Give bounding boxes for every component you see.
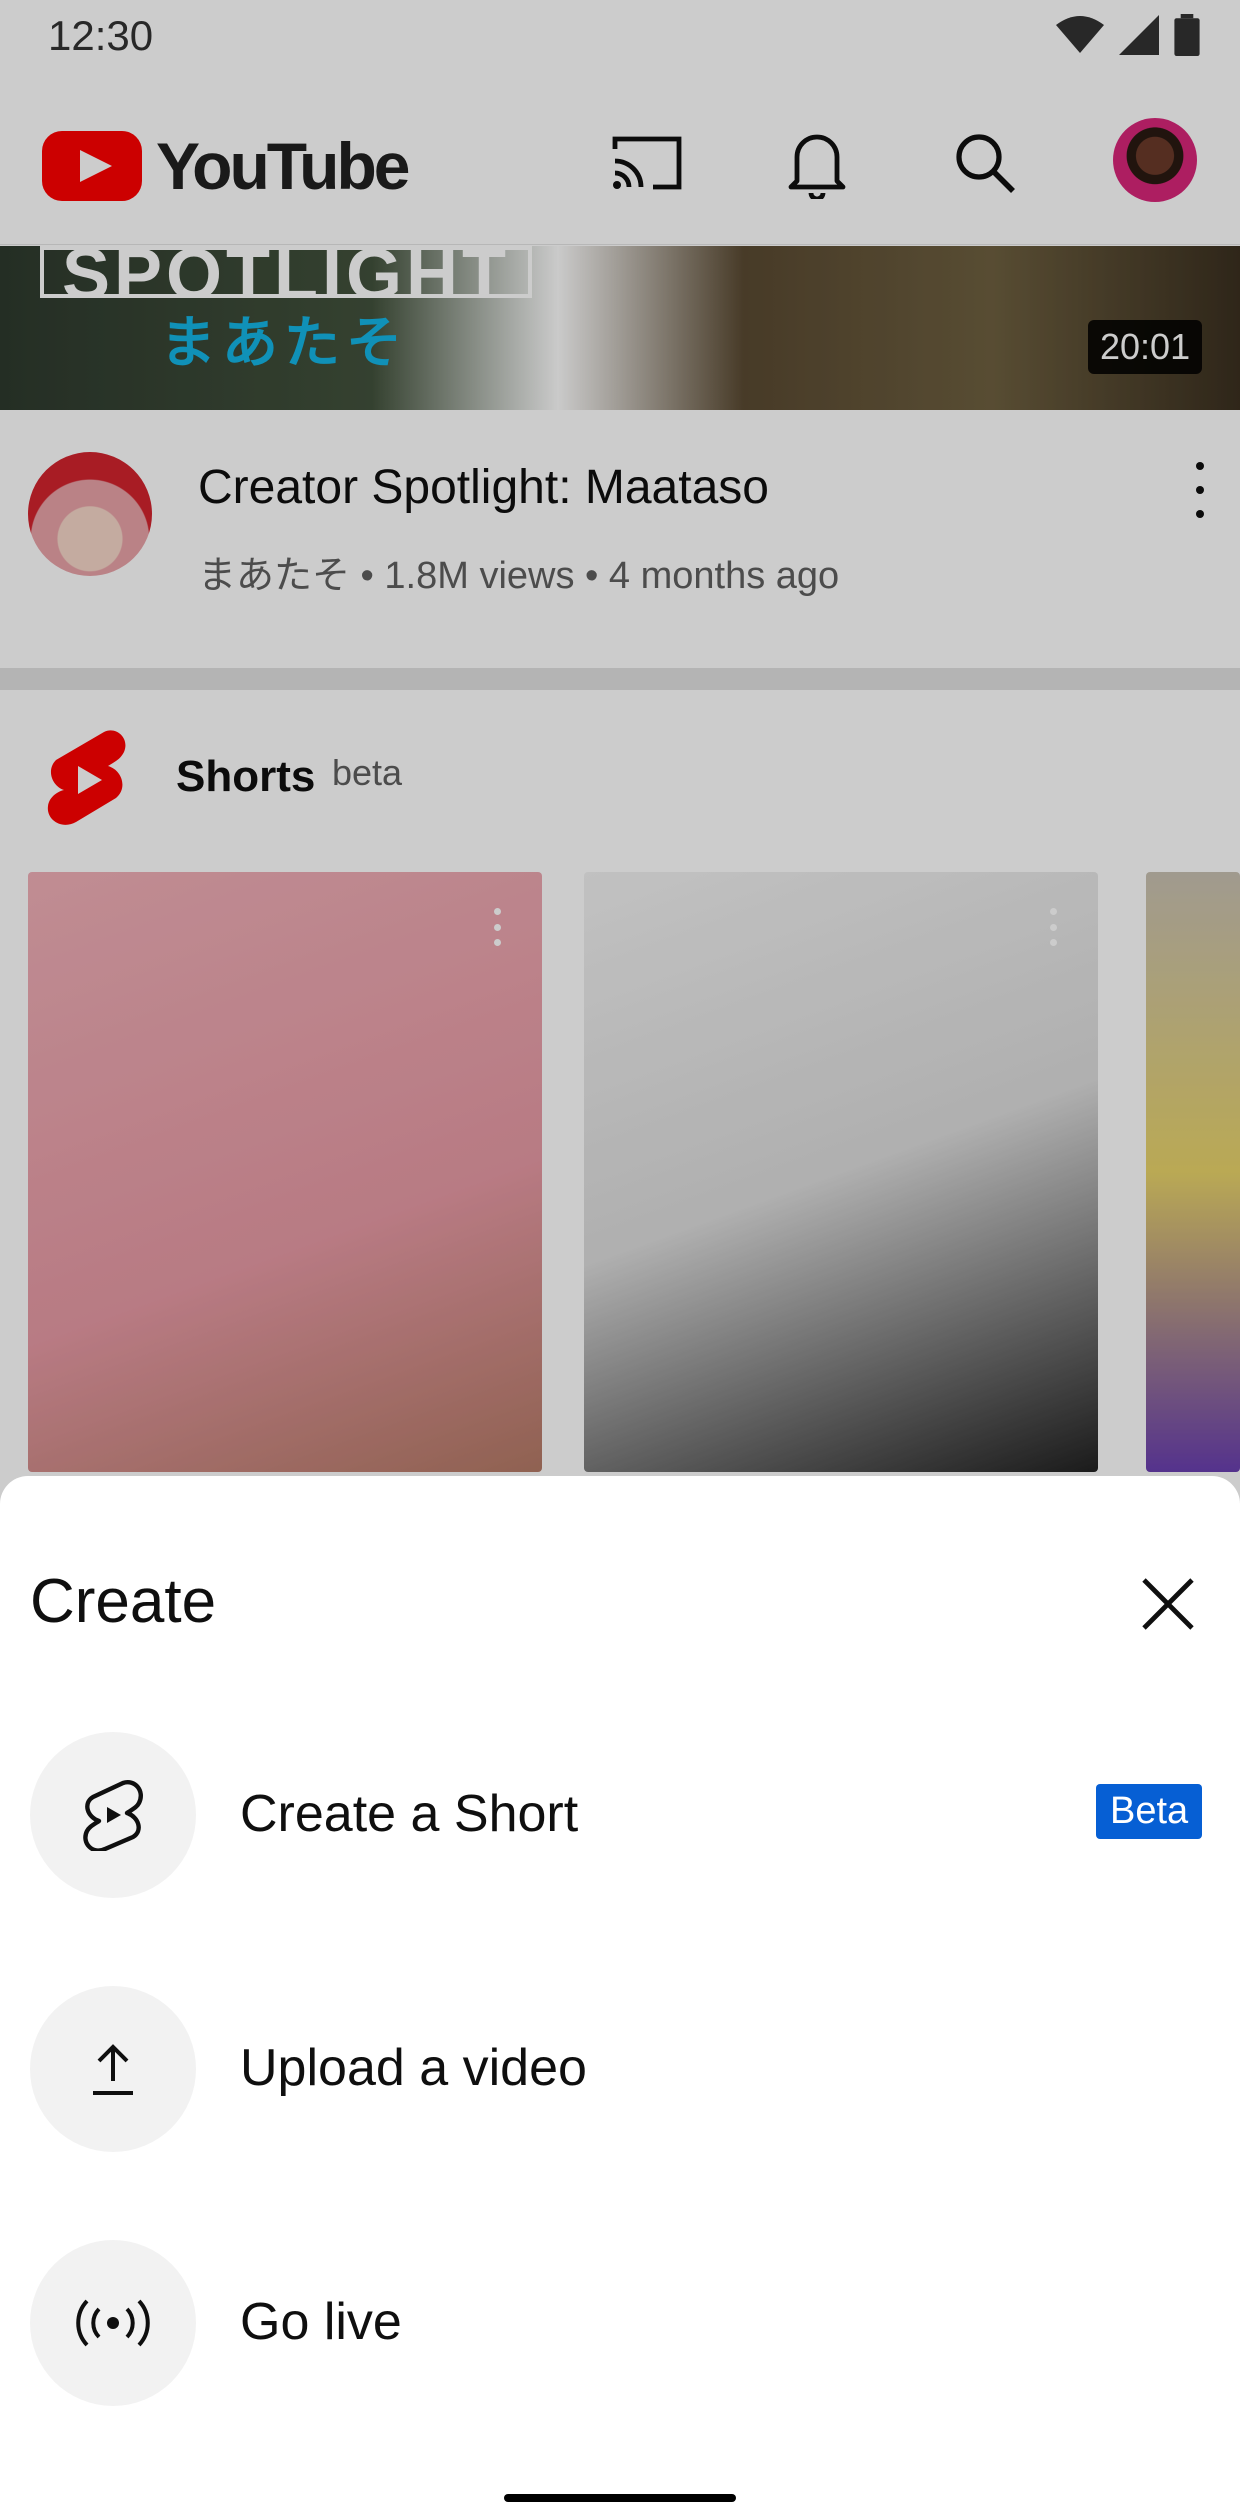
live-broadcast-icon [76,2299,150,2347]
live-icon-circle [30,2240,196,2406]
upload-icon-circle [30,1986,196,2152]
go-live-label: Go live [240,2293,402,2351]
close-icon [1142,1578,1194,1630]
beta-badge: Beta [1096,1784,1203,1839]
create-short-label: Create a Short [240,1785,579,1843]
create-short-icon-circle [30,1732,196,1898]
close-button[interactable] [1130,1566,1206,1642]
sheet-title: Create [30,1567,217,1636]
upload-video-label: Upload a video [240,2039,587,2097]
upload-icon [93,2044,133,2095]
shorts-outline-icon [83,1780,143,1851]
home-indicator[interactable] [504,2494,736,2502]
